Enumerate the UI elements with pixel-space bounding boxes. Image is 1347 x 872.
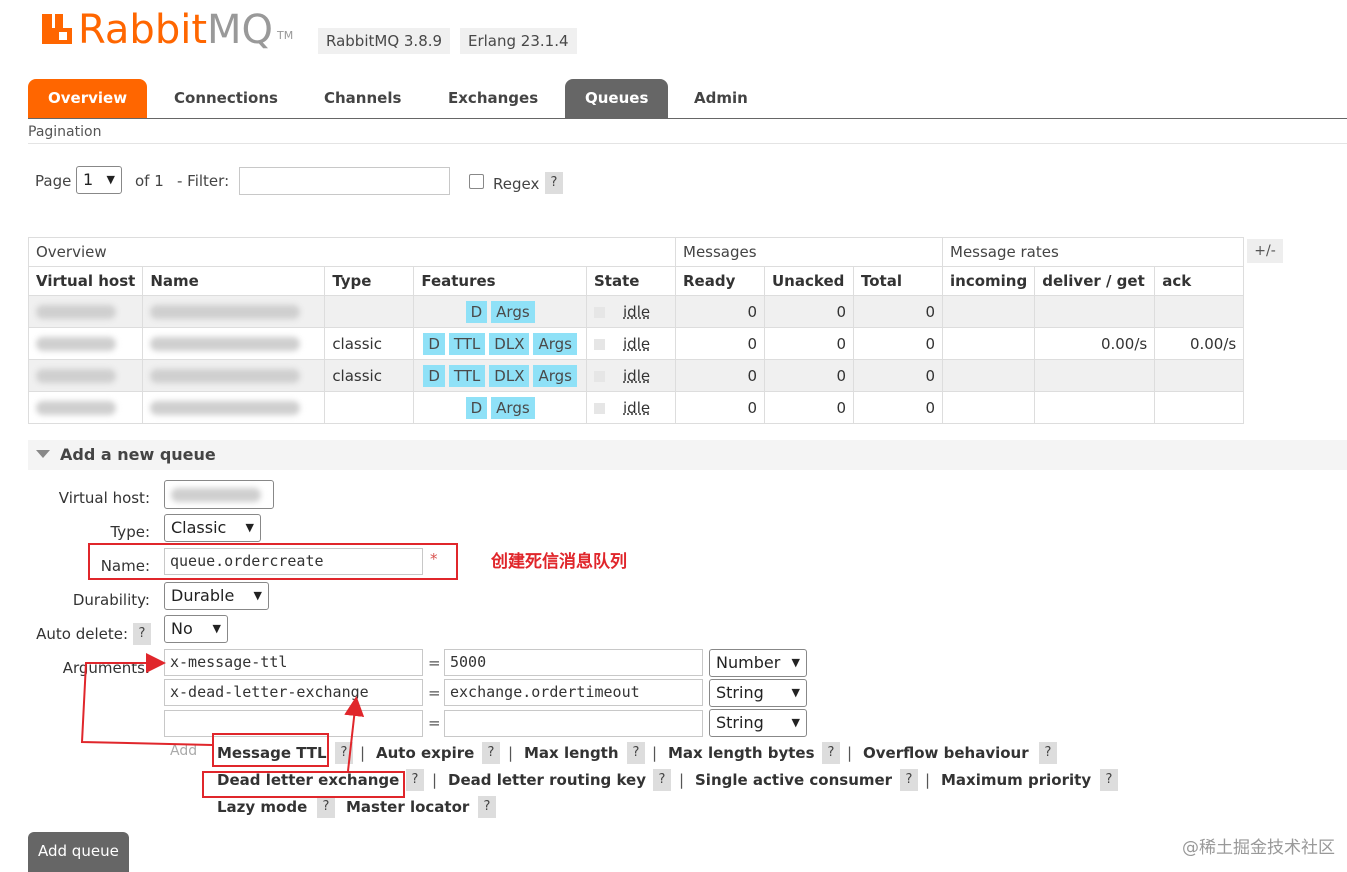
add-queue-button[interactable]: Add queue <box>28 832 129 872</box>
watermark: @稀土掘金技术社区 <box>1182 838 1335 858</box>
arrow-to-dlx-argument <box>344 696 365 772</box>
arrow-to-ttl-argument <box>80 653 213 746</box>
annotation-arrows <box>80 653 365 772</box>
